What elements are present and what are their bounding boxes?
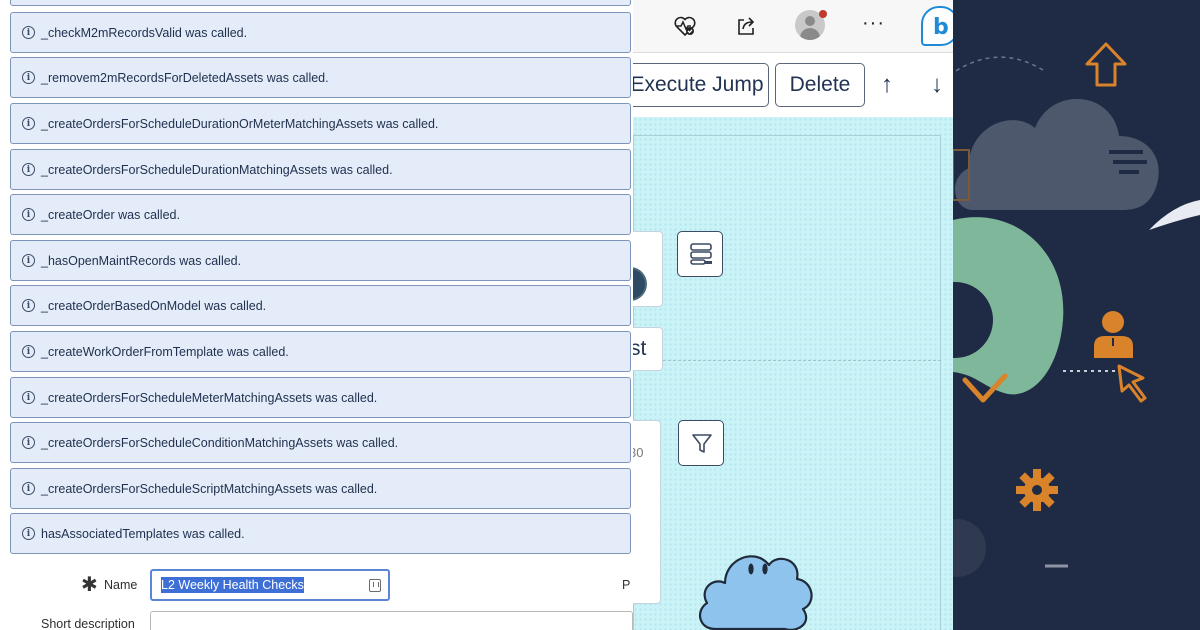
user-icon [1094,311,1133,358]
card-label: st [633,337,647,360]
info-message-text: _createWorkOrderFromTemplate was called. [41,344,289,359]
name-field[interactable]: L2 Weekly Health Checks [150,569,390,601]
info-message: i _createOrdersForScheduleDurationOrMete… [10,103,631,144]
info-icon: i [22,117,35,130]
connector-line [663,360,941,361]
workflow-canvas[interactable]: st 30 [633,117,953,630]
card-label: 30 [633,445,644,460]
truncated-field-label: P [622,578,631,592]
info-message-text: _createOrderBasedOnModel was called. [41,298,267,313]
info-message-text: _checkM2mRecordsValid was called. [41,25,248,40]
info-message: i hasAssociatedTemplates was called. [10,513,631,554]
info-icon: i [22,26,35,39]
name-field-value[interactable]: L2 Weekly Health Checks [161,577,304,593]
info-message-text: _createOrdersForScheduleMeterMatchingAss… [41,390,378,405]
browser-toolbar: ··· b [633,0,953,53]
info-icon: i [22,527,35,540]
info-icon: i [22,391,35,404]
info-message: i _removem2mRecordsForDeletedAssets was … [10,57,631,98]
info-message-text: hasAssociatedTemplates was called. [41,526,245,541]
info-message-text: _createOrder was called. [41,207,180,222]
arrow-up-icon[interactable]: ↑ [881,71,893,99]
info-message-text: _createOrdersForScheduleConditionMatchin… [41,435,399,450]
info-message: i _createWorkOrderFromTemplate was calle… [10,331,631,372]
info-message-text: _createOrdersForScheduleDurationMatching… [41,162,393,177]
bing-chat-icon[interactable]: b [921,6,953,46]
info-message: i _createOrdersForScheduleScriptMatching… [10,468,631,509]
info-message: i _createOrderBasedOnModel was called. [10,285,631,326]
workflow-editor-panel: ··· b Execute Jump Delete ↑ ↓ st 30 [633,0,953,630]
info-message-text: _removem2mRecordsForDeletedAssets was ca… [41,70,329,85]
stack-layers-button[interactable] [677,231,723,277]
filter-icon [692,434,712,453]
share-icon[interactable] [734,14,758,38]
info-icon: i [22,254,35,267]
reference-icon[interactable] [369,579,381,592]
green-ring-shape [953,217,1064,395]
info-icon: i [22,163,35,176]
info-icon: i [22,71,35,84]
cloud-network-illustration [953,42,1200,577]
info-message-text: _createOrdersForScheduleDurationOrMeterM… [41,116,439,131]
info-message: i _createOrdersForScheduleMeterMatchingA… [10,377,631,418]
notification-dot [819,10,827,18]
name-label: Name [104,578,138,592]
more-options-icon[interactable]: ··· [862,12,886,36]
cloud-icon [955,98,1159,210]
cursor-arrow-icon [1117,364,1147,403]
info-icon: i [22,482,35,495]
action-bar: Execute Jump Delete ↑ ↓ [633,53,953,117]
info-message-text: _createOrdersForScheduleScriptMatchingAs… [41,481,378,496]
info-message: i _createOrdersForScheduleDurationMatchi… [10,149,631,190]
arrow-down-icon[interactable]: ↓ [931,71,943,99]
info-message: i _createOrdersForScheduleConditionMatch… [10,422,631,463]
info-message-clipped [10,0,631,6]
info-message: i _checkM2mRecordsValid was called. [10,12,631,53]
delete-button[interactable]: Delete [775,63,865,107]
health-heart-icon[interactable] [673,14,697,38]
cloud-mascot-icon [698,555,813,630]
upload-arrow-icon [1085,42,1127,87]
short-description-label: Short description [41,617,135,630]
stack-layers-icon [690,243,712,265]
execute-jump-button[interactable]: Execute Jump [633,63,769,107]
bing-chat-glyph: b [933,15,949,40]
short-description-field[interactable] [150,611,633,630]
required-marker: ✱ [81,574,98,596]
info-message-text: _hasOpenMaintRecords was called. [41,253,242,268]
gear-icon [1016,469,1058,511]
info-icon: i [22,208,35,221]
filter-button[interactable] [678,420,724,466]
info-message: i _hasOpenMaintRecords was called. [10,240,631,281]
info-message: i _createOrder was called. [10,194,631,235]
info-messages-panel: i _checkM2mRecordsValid was called. i _r… [0,0,633,630]
info-icon: i [22,299,35,312]
info-icon: i [22,436,35,449]
decorative-illustration [953,0,1200,630]
info-icon: i [22,345,35,358]
